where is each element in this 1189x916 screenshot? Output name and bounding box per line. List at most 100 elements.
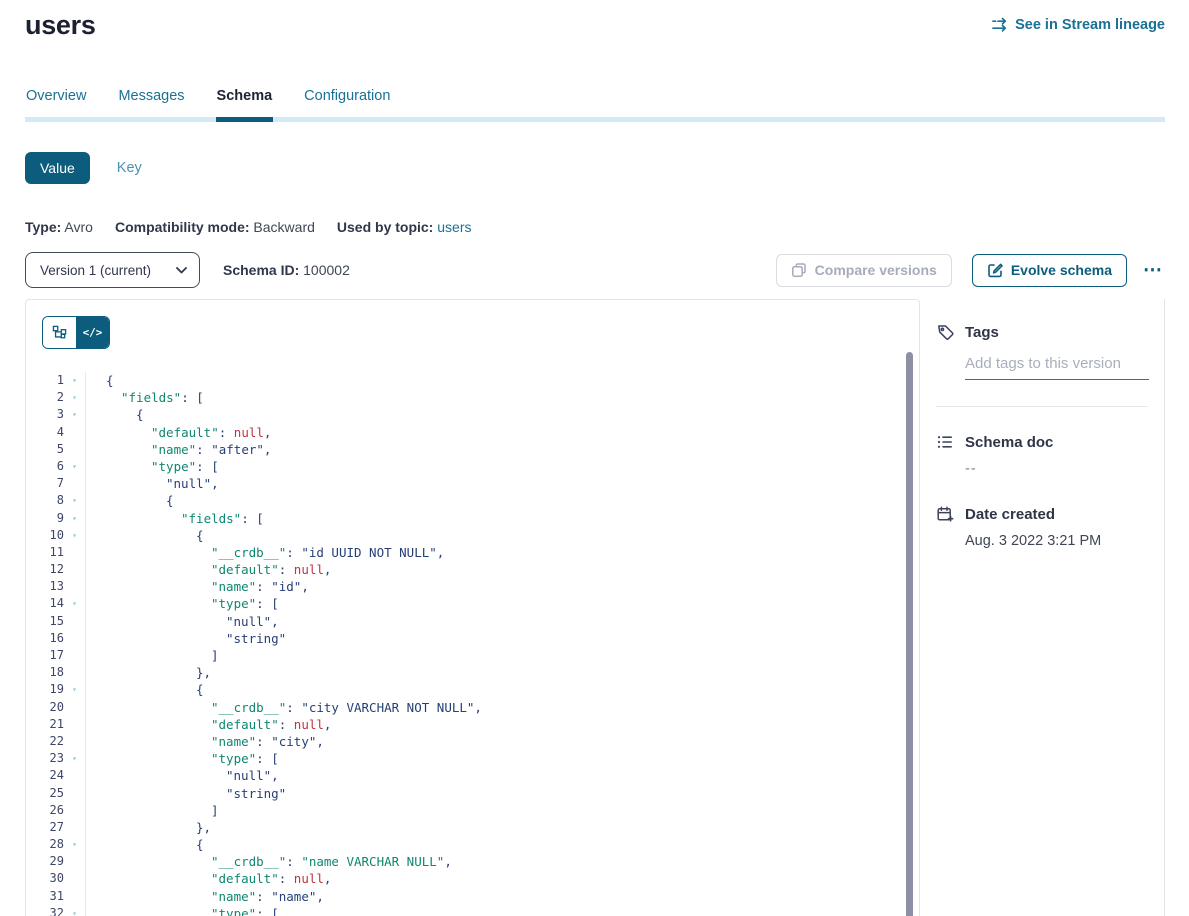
- schema-doc-heading: Schema doc: [936, 433, 1148, 451]
- fold-arrow-icon[interactable]: ▾: [64, 406, 86, 423]
- fold-arrow-icon[interactable]: ▾: [64, 458, 86, 475]
- stream-lineage-link[interactable]: See in Stream lineage: [991, 16, 1165, 33]
- code-line[interactable]: 10▾{: [26, 527, 919, 544]
- tab-overview[interactable]: Overview: [25, 88, 87, 122]
- line-number: 21: [26, 716, 64, 733]
- code-line[interactable]: 1▾{: [26, 372, 919, 389]
- schema-sidebar: Tags Schema doc: [920, 299, 1165, 916]
- fold-arrow-icon[interactable]: ▾: [64, 595, 86, 612]
- line-number: 16: [26, 630, 64, 647]
- fold-arrow-icon[interactable]: ▾: [64, 527, 86, 544]
- add-tags-input[interactable]: [965, 355, 1149, 380]
- code-line[interactable]: 28▾{: [26, 836, 919, 853]
- value-tab-button[interactable]: Value: [25, 152, 90, 184]
- code-view-icon: </>: [83, 326, 103, 339]
- tags-section: Tags: [936, 323, 1148, 407]
- fold-spacer: [64, 613, 86, 630]
- code-line[interactable]: 19▾{: [26, 681, 919, 698]
- code-line[interactable]: 15"null",: [26, 613, 919, 630]
- code-line[interactable]: 6▾"type": [: [26, 458, 919, 475]
- code-area: 1▾{2▾"fields": [3▾{4"default": null,5"na…: [26, 372, 919, 916]
- line-number: 9: [26, 510, 64, 527]
- line-number: 15: [26, 613, 64, 630]
- code-line[interactable]: 16"string": [26, 630, 919, 647]
- code-line[interactable]: 26]: [26, 802, 919, 819]
- code-line[interactable]: 22"name": "city",: [26, 733, 919, 750]
- meta-type: Type: Avro: [25, 219, 93, 235]
- code-line[interactable]: 3▾{: [26, 406, 919, 423]
- code-line[interactable]: 29"__crdb__": "name VARCHAR NULL",: [26, 853, 919, 870]
- compare-versions-button[interactable]: Compare versions: [776, 254, 952, 287]
- code-line[interactable]: 32▾"type": [: [26, 905, 919, 916]
- code-line[interactable]: 8▾{: [26, 492, 919, 509]
- code-line[interactable]: 14▾"type": [: [26, 595, 919, 612]
- schema-id: Schema ID: 100002: [223, 262, 350, 278]
- version-bar: Version 1 (current) Schema ID: 100002 Co…: [25, 252, 1165, 288]
- compare-versions-icon: [791, 262, 807, 278]
- tab-configuration[interactable]: Configuration: [303, 88, 391, 122]
- code-line[interactable]: 13"name": "id",: [26, 578, 919, 595]
- line-number: 7: [26, 475, 64, 492]
- line-number: 2: [26, 389, 64, 406]
- fold-spacer: [64, 699, 86, 716]
- fold-arrow-icon[interactable]: ▾: [64, 905, 86, 916]
- calendar-plus-icon: [936, 505, 954, 523]
- code-line[interactable]: 11"__crdb__": "id UUID NOT NULL",: [26, 544, 919, 561]
- tab-messages[interactable]: Messages: [117, 88, 185, 122]
- fold-spacer: [64, 853, 86, 870]
- code-line[interactable]: 21"default": null,: [26, 716, 919, 733]
- code-line[interactable]: 12"default": null,: [26, 561, 919, 578]
- fold-spacer: [64, 733, 86, 750]
- value-key-toggle: Value Key: [25, 152, 1165, 184]
- code-line[interactable]: 31"name": "name",: [26, 888, 919, 905]
- fold-spacer: [64, 561, 86, 578]
- fold-spacer: [64, 819, 86, 836]
- editor-view-toggle: </>: [42, 316, 110, 349]
- code-line[interactable]: 24"null",: [26, 767, 919, 784]
- fold-arrow-icon[interactable]: ▾: [64, 681, 86, 698]
- code-line[interactable]: 4"default": null,: [26, 424, 919, 441]
- schema-page: users See in Stream lineage Overview Mess…: [0, 0, 1189, 916]
- meta-used-by-topic: Used by topic: users: [337, 219, 472, 235]
- schema-editor-panel: </> 1▾{2▾"fields": [3▾{4"default": null,…: [25, 299, 920, 916]
- fold-arrow-icon[interactable]: ▾: [64, 389, 86, 406]
- code-line[interactable]: 20"__crdb__": "city VARCHAR NOT NULL",: [26, 699, 919, 716]
- code-line[interactable]: 2▾"fields": [: [26, 389, 919, 406]
- code-view-button[interactable]: </>: [76, 317, 109, 348]
- code-line[interactable]: 7"null",: [26, 475, 919, 492]
- version-select[interactable]: Version 1 (current): [25, 252, 200, 288]
- code-line[interactable]: 9▾"fields": [: [26, 510, 919, 527]
- fold-arrow-icon[interactable]: ▾: [64, 750, 86, 767]
- line-number: 8: [26, 492, 64, 509]
- code-line[interactable]: 23▾"type": [: [26, 750, 919, 767]
- tab-schema[interactable]: Schema: [216, 88, 274, 122]
- code-line[interactable]: 25"string": [26, 785, 919, 802]
- fold-spacer: [64, 424, 86, 441]
- more-actions-button[interactable]: ⋯: [1141, 261, 1165, 280]
- fold-arrow-icon[interactable]: ▾: [64, 492, 86, 509]
- tree-view-button[interactable]: [43, 317, 76, 348]
- line-number: 1: [26, 372, 64, 389]
- fold-arrow-icon[interactable]: ▾: [64, 510, 86, 527]
- code-line[interactable]: 17]: [26, 647, 919, 664]
- topic-link[interactable]: users: [433, 219, 471, 235]
- fold-arrow-icon[interactable]: ▾: [64, 372, 86, 389]
- line-number: 30: [26, 870, 64, 887]
- evolve-schema-button[interactable]: Evolve schema: [972, 254, 1127, 287]
- line-number: 14: [26, 595, 64, 612]
- sidebar-divider: [936, 406, 1148, 407]
- fold-spacer: [64, 630, 86, 647]
- code-line[interactable]: 30"default": null,: [26, 870, 919, 887]
- line-number: 31: [26, 888, 64, 905]
- code-line[interactable]: 5"name": "after",: [26, 441, 919, 458]
- fold-arrow-icon[interactable]: ▾: [64, 836, 86, 853]
- editor-scrollbar[interactable]: [906, 352, 913, 916]
- line-number: 4: [26, 424, 64, 441]
- page-header: users See in Stream lineage: [25, 0, 1165, 41]
- code-line[interactable]: 27},: [26, 819, 919, 836]
- code-line[interactable]: 18},: [26, 664, 919, 681]
- key-tab-button[interactable]: Key: [117, 160, 142, 176]
- schema-content: </> 1▾{2▾"fields": [3▾{4"default": null,…: [25, 299, 1165, 916]
- line-number: 28: [26, 836, 64, 853]
- line-number: 3: [26, 406, 64, 423]
